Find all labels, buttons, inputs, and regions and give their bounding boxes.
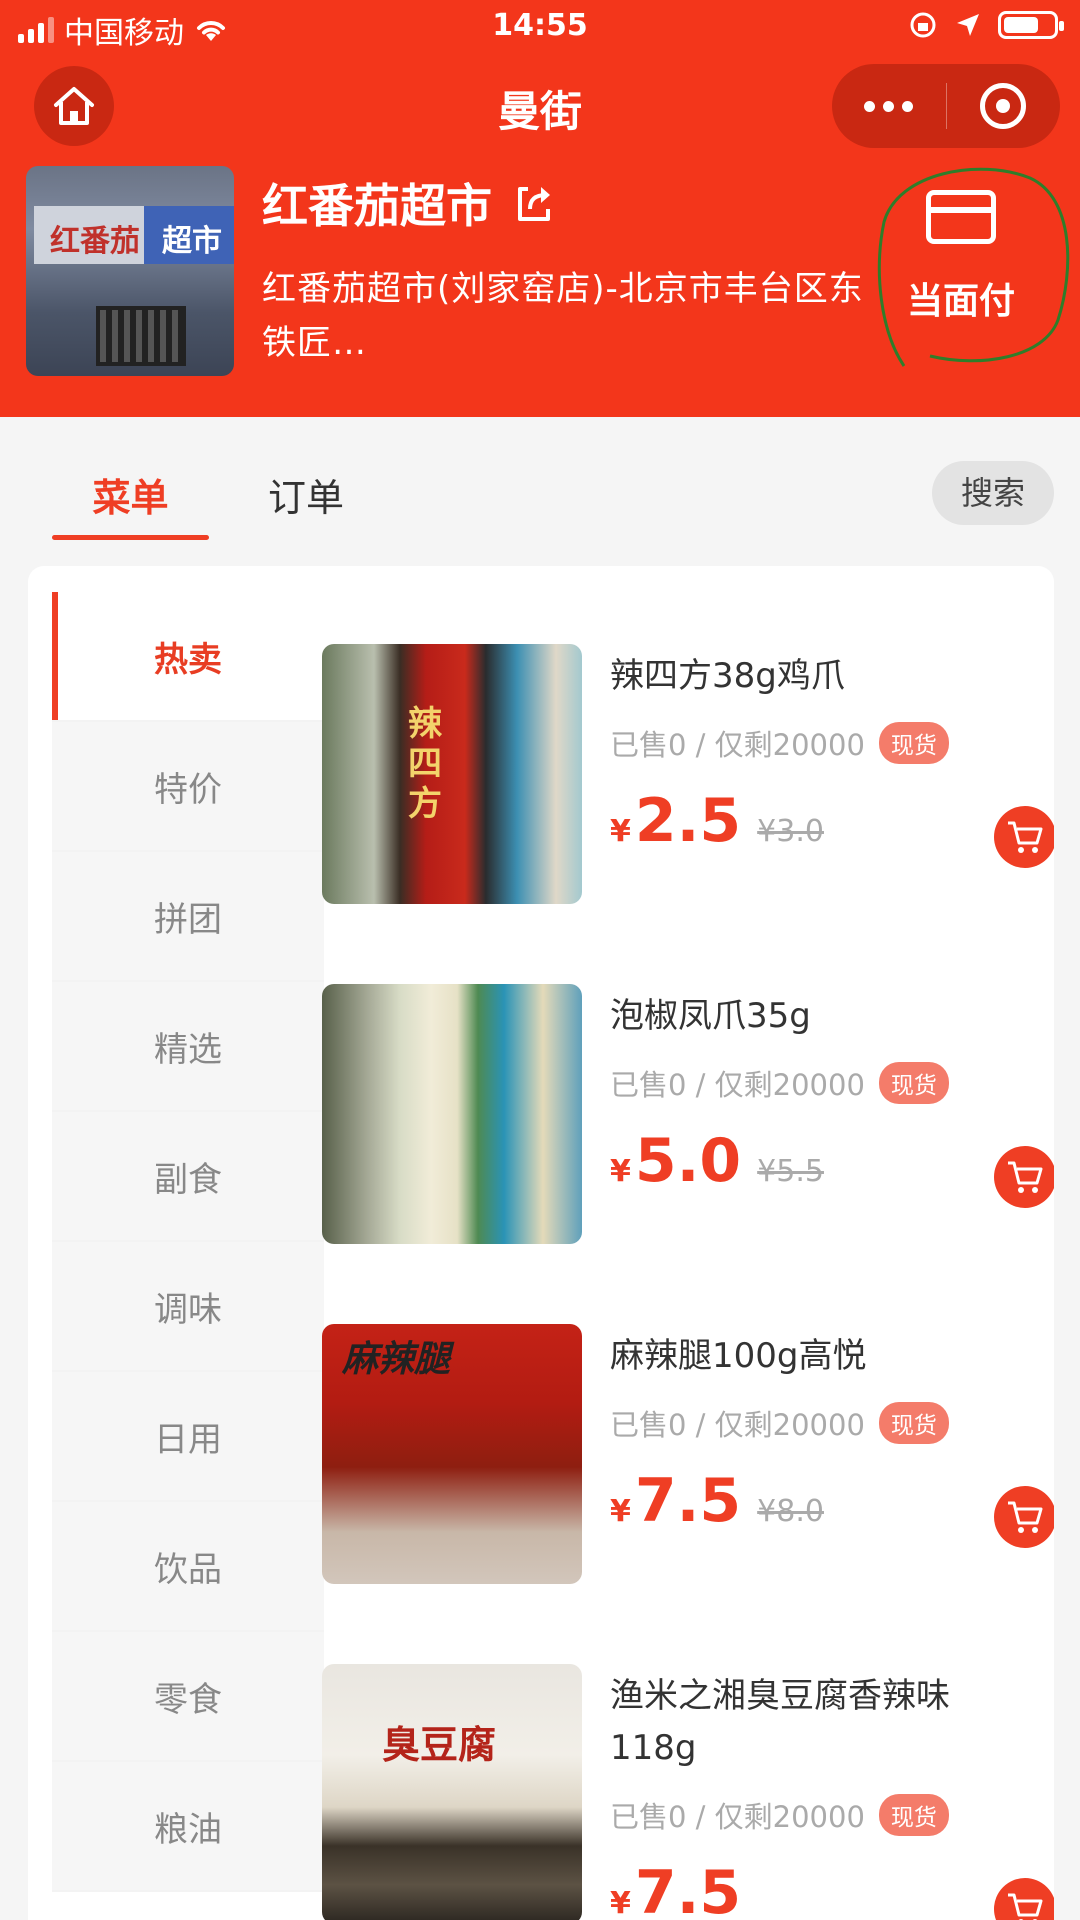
target-icon [980, 83, 1027, 129]
stock-text: 已售0 / 仅剩20000 [610, 1068, 865, 1102]
annotation-circle [877, 167, 1070, 367]
product-name: 渔米之湘臭豆腐香辣味118g [610, 1676, 950, 1768]
in-stock-badge: 现货 [878, 722, 949, 764]
category-grain-oil[interactable]: 粮油 [52, 1762, 324, 1892]
stock-text: 已售0 / 仅剩20000 [610, 1408, 865, 1442]
product-image-text: 臭豆腐 [382, 1723, 497, 1767]
currency-symbol: ¥ [610, 814, 631, 849]
active-tab-indicator [52, 535, 209, 540]
current-price: 7.5 [634, 1858, 742, 1920]
product-price: ¥ 2.5 ¥3.0 [610, 786, 824, 856]
product-image-text: 麻辣腿 [342, 1339, 451, 1380]
product-price: ¥ 5.0 ¥5.5 [610, 1126, 824, 1196]
stock-text: 已售0 / 仅剩20000 [610, 1800, 865, 1834]
original-price: ¥3.0 [757, 814, 824, 849]
product-stock: 已售0 / 仅剩20000 现货 [610, 1062, 949, 1104]
miniprogram-capsule [832, 64, 1060, 148]
search-button[interactable]: 搜索 [932, 461, 1054, 525]
add-to-cart-button[interactable] [994, 1878, 1054, 1920]
product-name: 泡椒凤爪35g [610, 996, 811, 1036]
currency-symbol: ¥ [610, 1886, 631, 1920]
currency-symbol: ¥ [610, 1494, 631, 1529]
cart-icon [1008, 1501, 1043, 1533]
in-stock-badge: 现货 [878, 1794, 949, 1836]
tab-orders[interactable]: 订单 [268, 467, 344, 522]
product-item[interactable]: 泡椒凤爪35g 已售0 / 仅剩20000 现货 ¥ 5.0 ¥5.5 [322, 984, 1054, 1324]
share-icon[interactable] [512, 181, 556, 225]
product-price: ¥ 7.5 ¥8.0 [610, 1466, 824, 1536]
add-to-cart-button[interactable] [994, 1146, 1054, 1208]
category-drinks[interactable]: 饮品 [52, 1502, 324, 1632]
product-image[interactable]: 麻辣腿 [322, 1324, 582, 1584]
original-price: ¥8.0 [757, 1494, 824, 1529]
product-image-text: 辣四方 [408, 704, 442, 824]
store-photo: 红番茄 超市 [26, 166, 234, 376]
product-stock: 已售0 / 仅剩20000 现货 [610, 722, 949, 764]
product-item[interactable]: 辣四方 辣四方38g鸡爪 已售0 / 仅剩20000 现货 ¥ 2.5 ¥3.0 [322, 644, 1054, 984]
product-image[interactable]: 辣四方 [322, 644, 582, 904]
stock-text: 已售0 / 仅剩20000 [610, 728, 865, 762]
category-special[interactable]: 特价 [52, 722, 324, 852]
battery-icon [998, 11, 1064, 39]
category-nonstaple[interactable]: 副食 [52, 1112, 324, 1242]
status-bar: 中国移动 14:55 [0, 0, 1080, 56]
product-item[interactable]: 臭豆腐 渔米之湘臭豆腐香辣味118g 已售0 / 仅剩20000 现货 ¥ 7.… [322, 1664, 1054, 1920]
in-stock-badge: 现货 [878, 1402, 949, 1444]
category-sidebar: 热卖 特价 拼团 精选 副食 调味 日用 饮品 零食 粮油 [52, 592, 324, 1892]
category-selected[interactable]: 精选 [52, 982, 324, 1112]
category-seasoning[interactable]: 调味 [52, 1242, 324, 1372]
close-miniprogram-button[interactable] [947, 64, 1061, 148]
product-image[interactable] [322, 984, 582, 1244]
add-to-cart-button[interactable] [994, 806, 1054, 868]
add-to-cart-button[interactable] [994, 1486, 1054, 1548]
product-stock: 已售0 / 仅剩20000 现货 [610, 1794, 949, 1836]
in-stock-badge: 现货 [878, 1062, 949, 1104]
currency-symbol: ¥ [610, 1154, 631, 1189]
product-list: 辣四方 辣四方38g鸡爪 已售0 / 仅剩20000 现货 ¥ 2.5 ¥3.0 [322, 566, 1054, 1920]
tab-menu[interactable]: 菜单 [52, 467, 209, 522]
store-name[interactable]: 红番茄超市 [262, 170, 556, 236]
more-button[interactable] [832, 64, 946, 148]
category-snacks[interactable]: 零食 [52, 1632, 324, 1762]
product-name: 麻辣腿100g高悦 [610, 1336, 867, 1376]
more-icon [864, 100, 914, 112]
category-daily[interactable]: 日用 [52, 1372, 324, 1502]
cart-icon [1008, 1161, 1043, 1193]
product-price: ¥ 7.5 [610, 1858, 741, 1920]
photo-sign-left: 红番茄 [50, 224, 140, 259]
product-name: 辣四方38g鸡爪 [610, 656, 845, 696]
original-price: ¥5.5 [757, 1154, 824, 1189]
location-icon [957, 14, 979, 36]
current-price: 2.5 [634, 786, 742, 856]
product-item[interactable]: 麻辣腿 麻辣腿100g高悦 已售0 / 仅剩20000 现货 ¥ 7.5 ¥8.… [322, 1324, 1054, 1664]
product-stock: 已售0 / 仅剩20000 现货 [610, 1402, 949, 1444]
cart-icon [1008, 821, 1043, 853]
product-image[interactable]: 臭豆腐 [322, 1664, 582, 1920]
content-panel: 热卖 特价 拼团 精选 副食 调味 日用 饮品 零食 粮油 辣四方 辣四方38g… [28, 566, 1054, 1920]
current-price: 5.0 [634, 1126, 742, 1196]
category-group-buy[interactable]: 拼团 [52, 852, 324, 982]
current-price: 7.5 [634, 1466, 742, 1536]
photo-sign-right: 超市 [162, 224, 222, 259]
category-hot[interactable]: 热卖 [52, 592, 324, 722]
rotation-lock-icon [910, 12, 936, 38]
store-address: 红番茄超市(刘家窑店)-北京市丰台区东铁匠… [262, 269, 864, 363]
tabs-bar: 菜单 订单 搜索 [0, 417, 1080, 557]
nav-bar: 曼街 [0, 56, 1080, 156]
cart-icon [1008, 1893, 1043, 1920]
store-name-text: 红番茄超市 [262, 179, 492, 233]
